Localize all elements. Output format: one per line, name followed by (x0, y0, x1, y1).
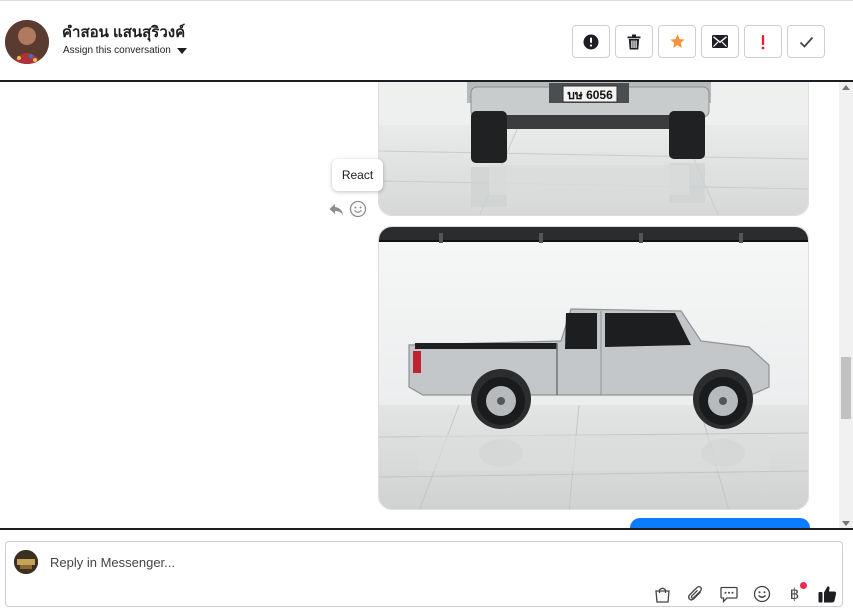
page-avatar (14, 550, 38, 574)
emoji-react-icon[interactable] (349, 200, 367, 218)
shopping-bag-icon[interactable] (652, 584, 673, 604)
assign-conversation-dropdown[interactable]: Assign this conversation (63, 45, 187, 56)
avatar[interactable] (5, 20, 49, 64)
truck-rear-image: บษ 6056 (379, 82, 808, 215)
scroll-thumb[interactable] (841, 357, 851, 419)
star-icon (669, 34, 685, 48)
caret-down-icon (176, 47, 187, 54)
exclamation-icon (761, 34, 765, 49)
reply-icon[interactable] (328, 201, 344, 217)
conversation-header: คำสอน แสนสุริวงค์ Assign this conversati… (0, 0, 853, 82)
delete-button[interactable] (615, 25, 653, 58)
contact-name: คำสอน แสนสุริวงค์ (62, 24, 186, 41)
mark-unread-button[interactable] (701, 25, 739, 58)
message-photo[interactable]: บษ 6056 (378, 82, 809, 216)
message-composer: ฿ (5, 541, 843, 607)
truck-side-image (379, 227, 808, 509)
envelope-icon (712, 35, 728, 48)
sent-message-bubble[interactable] (630, 518, 810, 528)
scroll-down-arrow-icon[interactable] (842, 521, 850, 526)
star-button[interactable] (658, 25, 696, 58)
chat-bubble-icon[interactable] (718, 584, 739, 604)
paperclip-icon[interactable] (685, 584, 706, 604)
follow-up-button[interactable] (744, 25, 782, 58)
message-thread[interactable]: บษ 6056 React (0, 82, 853, 530)
composer-toolbar: ฿ (652, 582, 838, 604)
checkmark-icon (799, 36, 813, 48)
mark-spam-button[interactable] (572, 25, 610, 58)
reply-input[interactable] (50, 555, 750, 570)
notification-dot (800, 582, 807, 589)
action-toolbar (572, 25, 825, 58)
license-plate: บษ 6056 (567, 88, 613, 102)
message-photo[interactable] (378, 226, 809, 510)
scroll-up-arrow-icon[interactable] (842, 85, 850, 90)
thread-scrollbar[interactable] (839, 82, 853, 528)
mark-done-button[interactable] (787, 25, 825, 58)
alert-circle-icon (583, 34, 599, 49)
baht-icon[interactable]: ฿ (784, 582, 807, 604)
trash-icon (627, 34, 641, 49)
thumbs-up-icon[interactable] (817, 584, 838, 604)
assign-label: Assign this conversation (63, 45, 171, 56)
emoji-icon[interactable] (751, 584, 772, 604)
react-tooltip: React (332, 159, 383, 191)
